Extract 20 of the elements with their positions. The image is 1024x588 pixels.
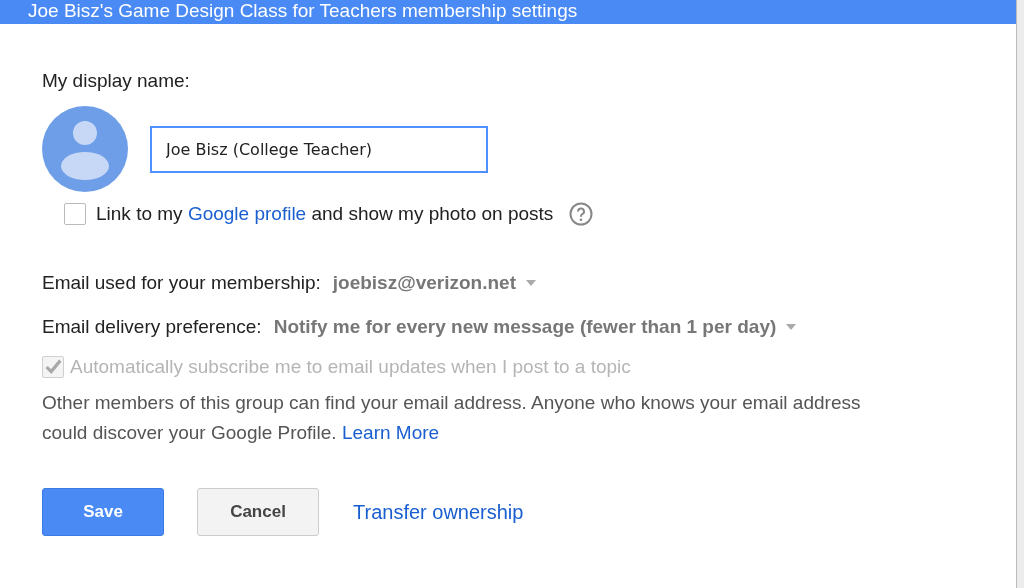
caret-icon (526, 280, 536, 286)
help-icon[interactable] (569, 202, 594, 226)
privacy-notice: Other members of this group can find your email address. Anyone who knows your email address could discover your Google Profile. Learn More (42, 391, 862, 445)
field-label: My display name: (42, 70, 191, 92)
caret-icon (786, 324, 797, 330)
dialog-title: Joe Bisz's Game Design Class for Teachers membership settings (0, 0, 1016, 24)
cancel-button[interactable]: Cancel (197, 488, 319, 536)
field-label: Email used for your membership: (42, 272, 321, 294)
checkbox-label: Automatically subscribe me to email updates when I post to a topic (70, 356, 631, 378)
google-profile-link[interactable]: Google profile (187, 203, 307, 224)
checkbox-label: Link to my Google profile and show my photo on posts (96, 203, 554, 225)
email-dropdown[interactable]: joebisz@verizon.net (332, 272, 536, 294)
delivery-dropdown[interactable]: Notify me for every new message (fewer than 1 per day) (273, 316, 797, 338)
save-button[interactable]: Save (42, 488, 164, 536)
learn-more-link[interactable]: Learn More (341, 422, 440, 443)
display-name-field[interactable]: Joe Bisz (College Teacher) (150, 125, 488, 173)
avatar-icon (42, 106, 128, 192)
field-label: Email delivery preference: (42, 316, 262, 338)
transfer-ownership-link[interactable]: Transfer ownership (353, 500, 524, 524)
checkbox[interactable] (64, 203, 86, 225)
